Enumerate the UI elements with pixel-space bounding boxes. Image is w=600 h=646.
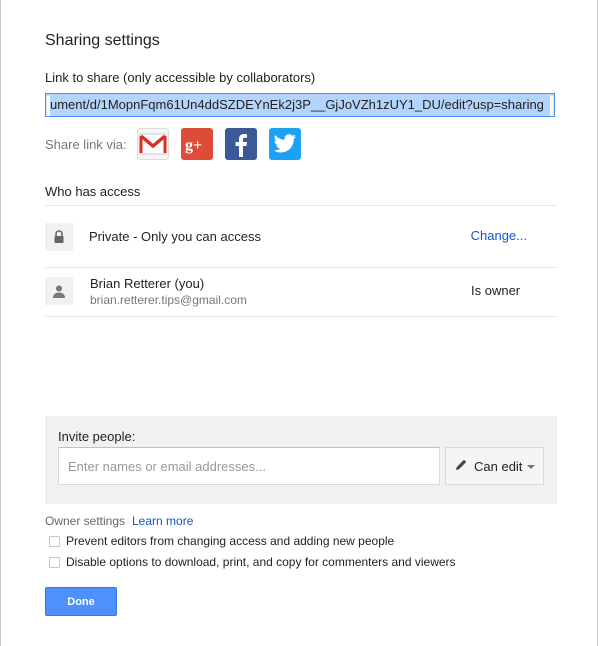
divider bbox=[45, 316, 557, 317]
owner-name: Brian Retterer (you) bbox=[90, 276, 205, 291]
person-icon bbox=[45, 277, 73, 305]
invite-panel: Invite people: Can edit bbox=[45, 416, 557, 504]
chevron-down-icon bbox=[527, 465, 536, 469]
google-plus-icon[interactable]: g+ bbox=[180, 128, 213, 160]
share-link-input[interactable]: ument/d/1MopnFqm61Un4ddSZDEYnEk2j3P__GjJ… bbox=[45, 93, 555, 117]
pencil-icon bbox=[455, 458, 468, 474]
owner-email: brian.retterer.tips@gmail.com bbox=[90, 293, 247, 307]
learn-more-link[interactable]: Learn more bbox=[132, 514, 193, 528]
invite-label: Invite people: bbox=[58, 429, 136, 444]
prevent-editors-option[interactable]: Prevent editors from changing access and… bbox=[49, 534, 394, 548]
disable-download-option[interactable]: Disable options to download, print, and … bbox=[49, 555, 456, 569]
checkbox-label: Disable options to download, print, and … bbox=[66, 555, 456, 569]
share-link-text: ument/d/1MopnFqm61Un4ddSZDEYnEk2j3P__GjJ… bbox=[50, 94, 550, 116]
share-via-row: Share link via: g+ bbox=[45, 128, 313, 160]
access-row-private: Private - Only you can access Change... bbox=[45, 205, 557, 267]
twitter-icon[interactable] bbox=[268, 128, 301, 160]
invite-input[interactable] bbox=[58, 447, 440, 485]
dialog-title: Sharing settings bbox=[45, 32, 160, 49]
link-label: Link to share (only accessible by collab… bbox=[45, 70, 316, 85]
permission-dropdown[interactable]: Can edit bbox=[445, 447, 544, 485]
checkbox-label: Prevent editors from changing access and… bbox=[66, 534, 395, 548]
share-via-label: Share link via: bbox=[45, 136, 127, 152]
access-private-text: Private - Only you can access bbox=[89, 229, 261, 244]
sharing-dialog: Sharing settings Link to share (only acc… bbox=[0, 0, 598, 646]
checkbox[interactable] bbox=[49, 535, 60, 547]
owner-role: Is owner bbox=[471, 283, 521, 298]
who-has-access-label: Who has access bbox=[45, 184, 141, 199]
gmail-icon[interactable] bbox=[136, 128, 169, 160]
access-row-owner: Brian Retterer (you) brian.retterer.tips… bbox=[45, 267, 557, 316]
svg-text:g+: g+ bbox=[185, 137, 202, 154]
facebook-icon[interactable] bbox=[224, 128, 257, 160]
owner-settings-label: Owner settings bbox=[45, 514, 126, 528]
change-access-link[interactable]: Change... bbox=[471, 228, 527, 243]
permission-label: Can edit bbox=[474, 458, 523, 474]
lock-icon bbox=[45, 223, 73, 251]
checkbox[interactable] bbox=[49, 556, 60, 568]
done-button[interactable]: Done bbox=[45, 587, 117, 616]
